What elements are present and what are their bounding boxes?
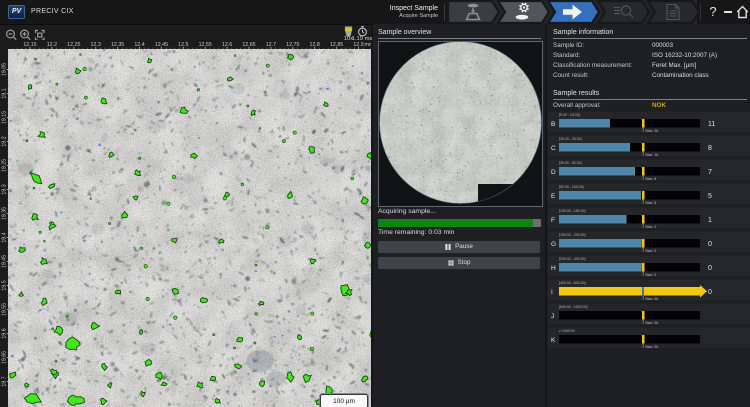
svg-text:0: 0 <box>708 265 712 272</box>
svg-text:D: D <box>551 169 556 176</box>
svg-text:Max: 0: Max: 0 <box>646 273 657 277</box>
svg-text:19.65: 19.65 <box>2 351 8 364</box>
svg-text:19.35: 19.35 <box>2 207 8 220</box>
svg-text:5: 5 <box>708 193 712 200</box>
svg-text:19.45: 19.45 <box>2 255 8 268</box>
svg-text:[100.00 - 150.00]: [100.00 - 150.00] <box>559 209 585 213</box>
svg-text:J: J <box>551 313 554 320</box>
svg-text:19.3: 19.3 <box>2 184 8 194</box>
svg-text:C: C <box>551 145 556 152</box>
svg-text:[15.00 - 25.00]: [15.00 - 25.00] <box>559 137 582 141</box>
svg-text:1: 1 <box>708 217 712 224</box>
svg-text:≥ 1000.00: ≥ 1000.00 <box>559 329 575 333</box>
svg-text:[5.00 - 15.00]: [5.00 - 15.00] <box>559 113 580 117</box>
svg-text:8: 8 <box>708 145 712 152</box>
svg-text:[150.00 - 200.00]: [150.00 - 200.00] <box>559 233 585 237</box>
svg-text:Max: 00: Max: 00 <box>646 321 659 325</box>
svg-text:K: K <box>551 337 556 344</box>
svg-text:0: 0 <box>708 241 712 248</box>
svg-text:Max: 5: Max: 5 <box>646 201 657 205</box>
svg-text:I: I <box>551 289 553 296</box>
svg-text:[200.00 - 400.00]: [200.00 - 400.00] <box>559 257 585 261</box>
svg-text:7: 7 <box>708 169 712 176</box>
svg-text:19.5: 19.5 <box>2 280 8 290</box>
svg-text:19.4: 19.4 <box>2 232 8 242</box>
svg-text:19.2: 19.2 <box>2 136 8 146</box>
svg-text:Max: 2: Max: 2 <box>646 225 657 229</box>
svg-text:19.05: 19.05 <box>2 63 8 76</box>
svg-text:[400.00 - 600.00]: [400.00 - 600.00] <box>559 281 585 285</box>
svg-text:19.7: 19.7 <box>2 376 8 386</box>
svg-text:19.25: 19.25 <box>2 159 8 172</box>
svg-text:11: 11 <box>708 121 715 128</box>
svg-text:F: F <box>551 217 555 224</box>
svg-text:[50.00 - 100.00]: [50.00 - 100.00] <box>559 185 584 189</box>
svg-text:Max: 20: Max: 20 <box>646 129 659 133</box>
svg-text:19.55: 19.55 <box>2 303 8 316</box>
svg-text:19.1: 19.1 <box>2 88 8 98</box>
svg-text:[25.00 - 50.00]: [25.00 - 50.00] <box>559 161 582 165</box>
svg-text:Max: 8: Max: 8 <box>646 177 657 181</box>
svg-text:Max: 0: Max: 0 <box>646 249 657 253</box>
svg-text:Max: 00: Max: 00 <box>646 297 659 301</box>
svg-text:0: 0 <box>708 289 712 296</box>
svg-text:H: H <box>551 265 556 272</box>
svg-text:B: B <box>551 121 555 128</box>
svg-text:G: G <box>551 241 556 248</box>
svg-text:19.6: 19.6 <box>2 328 8 338</box>
svg-text:mm: mm <box>365 42 372 48</box>
svg-text:19.15: 19.15 <box>2 111 8 124</box>
svg-text:E: E <box>551 193 556 200</box>
svg-text:Max: 00: Max: 00 <box>646 345 659 349</box>
svg-text:[600.00 - 1000.00]: [600.00 - 1000.00] <box>559 305 587 309</box>
svg-text:Max: 10: Max: 10 <box>646 153 659 157</box>
